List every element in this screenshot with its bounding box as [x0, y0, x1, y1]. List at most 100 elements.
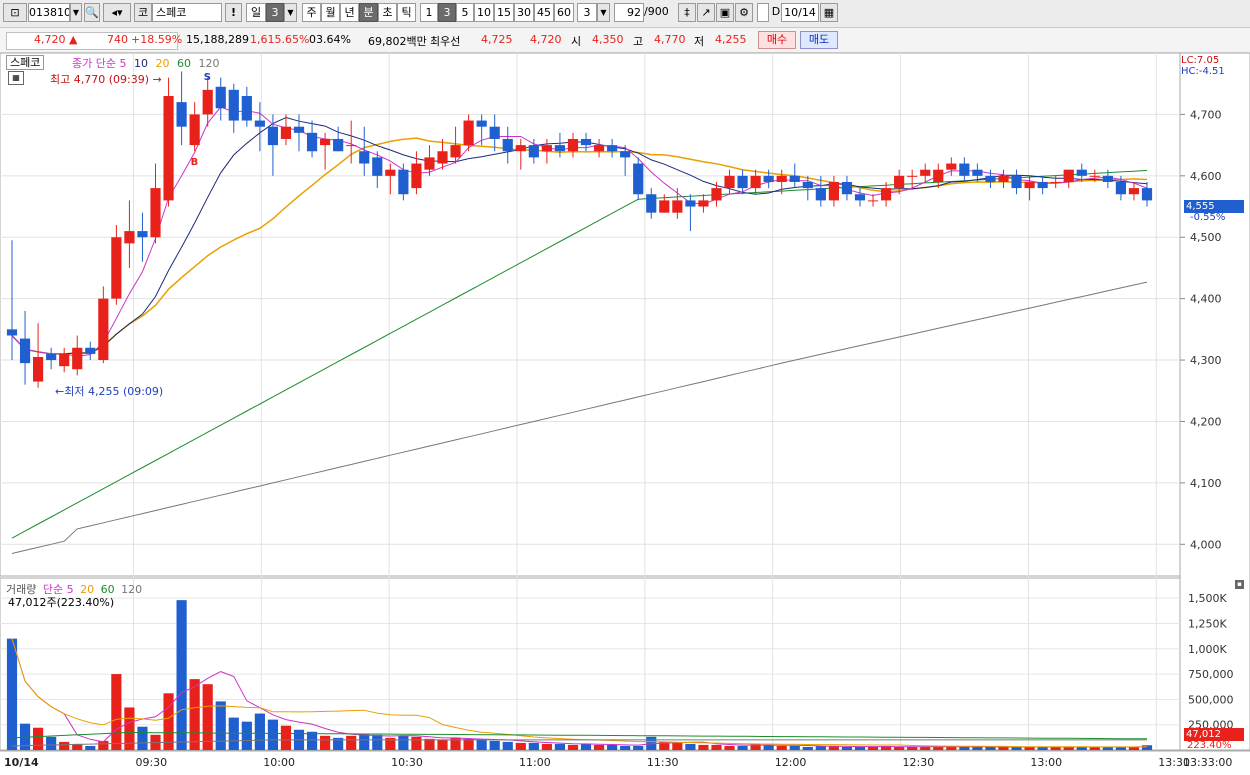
best-ask: 4,725: [481, 33, 513, 46]
volume-tick-label: 750,000: [1188, 668, 1234, 681]
volume-bar: [867, 746, 879, 750]
date-input[interactable]: 10/14: [781, 3, 819, 22]
gear-icon[interactable]: ⚙: [735, 3, 753, 22]
market-badge[interactable]: 코: [134, 3, 152, 22]
price-tick-label: 4,600: [1190, 170, 1222, 183]
period-day-tab[interactable]: 일: [246, 3, 266, 22]
volume-tick-label: 1,000K: [1188, 643, 1227, 656]
interval-3[interactable]: 3: [438, 3, 456, 22]
time-tick-label: 10:00: [263, 756, 295, 769]
candle-body: [150, 188, 161, 238]
hc-label: HC:-4.51: [1181, 66, 1225, 77]
search-icon[interactable]: 🔍: [84, 3, 100, 22]
ma60-legend: 60: [176, 57, 191, 70]
collapse-icon[interactable]: ▪: [1235, 580, 1244, 589]
candle-body: [359, 151, 370, 164]
volume-bar: [554, 743, 566, 750]
candle-body: [815, 188, 826, 201]
candle-body: [711, 188, 722, 201]
interval-45[interactable]: 45: [534, 3, 554, 22]
period-minute-tab[interactable]: 분: [359, 3, 378, 22]
volume-bar: [802, 746, 813, 750]
draw-tool-icon[interactable]: ↗: [697, 3, 715, 22]
interval-30[interactable]: 30: [514, 3, 534, 22]
candlestick-chart[interactable]: 4,000 4,100 4,200 4,300 4,400 4,500 4,600 4,700…: [0, 53, 1250, 775]
period-second-tab[interactable]: 초: [378, 3, 397, 22]
buy-button[interactable]: 매수: [758, 31, 796, 49]
volume-tick-label: 500,000: [1188, 693, 1234, 706]
candle-body: [854, 194, 866, 201]
candle-body: [424, 157, 435, 170]
volume-bar: [841, 746, 853, 750]
right-arrow-icon: →: [152, 73, 162, 86]
candle-body: [724, 175, 735, 189]
volume-bar: [346, 735, 357, 750]
volume-bar: [202, 684, 213, 750]
code-dropdown-icon[interactable]: ▼: [70, 3, 82, 22]
speaker-icon[interactable]: ◂▾: [103, 3, 131, 22]
stock-name-field[interactable]: 스페코: [152, 3, 222, 22]
period-month-tab[interactable]: 월: [321, 3, 340, 22]
period-year-tab[interactable]: 년: [340, 3, 359, 22]
volume-bar: [724, 745, 735, 750]
price-tick-label: 4,300: [1190, 354, 1222, 367]
stock-code-input[interactable]: 013810: [28, 3, 70, 22]
interval-5[interactable]: 5: [456, 3, 474, 22]
interval-select[interactable]: 3: [577, 3, 597, 22]
time-tick-label: 13:00: [1030, 756, 1062, 769]
volume-value-label: 47,012주(223.40%): [8, 596, 115, 609]
volume-bar: [541, 743, 552, 750]
alert-icon[interactable]: !: [225, 3, 242, 22]
volume-bar: [515, 742, 526, 750]
date-label: D: [771, 5, 781, 18]
candle-body: [72, 347, 83, 370]
candle-type-icon[interactable]: ‡: [678, 3, 696, 22]
interval-10[interactable]: 10: [474, 3, 494, 22]
period-dropdown-icon[interactable]: ▼: [284, 3, 297, 22]
candle-body: [306, 132, 318, 152]
period-tick-tab[interactable]: 틱: [397, 3, 416, 22]
interval-dropdown-icon[interactable]: ▼: [597, 3, 610, 22]
candle-body: [1089, 175, 1100, 177]
candle-body: [985, 175, 996, 182]
interval-60[interactable]: 60: [554, 3, 574, 22]
candle-body: [776, 175, 787, 182]
period-week-tab[interactable]: 주: [302, 3, 321, 22]
price-tick-label: 4,700: [1190, 108, 1222, 121]
volume-bar: [411, 736, 422, 750]
date-checkbox[interactable]: [757, 3, 769, 22]
turnover: 03.64%: [309, 33, 351, 46]
volume-bar: [228, 717, 239, 750]
volume-bar: [789, 745, 800, 750]
count-input[interactable]: 92: [614, 3, 644, 22]
candle-body: [411, 163, 422, 189]
table-icon[interactable]: ▦: [8, 71, 24, 85]
window-icon[interactable]: ⊡: [3, 3, 27, 22]
sell-signal-marker: S: [204, 72, 211, 83]
interval-1[interactable]: 1: [420, 3, 438, 22]
period-count[interactable]: 3: [266, 3, 284, 22]
candle-body: [1024, 181, 1035, 189]
low-annotation: ←최저 4,255 (09:09): [55, 383, 163, 399]
candle-body: [111, 237, 122, 299]
volume-bar: [620, 745, 631, 750]
volume-bar: [698, 744, 709, 750]
calendar-icon[interactable]: ▦: [820, 3, 838, 22]
candle-body: [541, 145, 552, 152]
candle-body: [946, 163, 957, 170]
candle-body: [450, 145, 461, 158]
candle-body: [515, 145, 526, 152]
candle-body: [19, 338, 31, 364]
price-tick-label: 4,400: [1190, 293, 1222, 306]
interval-15[interactable]: 15: [494, 3, 514, 22]
candle-body: [841, 181, 853, 195]
sell-button[interactable]: 매도: [800, 31, 838, 49]
volume-bar: [607, 744, 618, 750]
volume-bar: [737, 745, 748, 750]
volume-bar: [137, 726, 148, 750]
chart-stock-label: 스페코: [6, 55, 45, 70]
candle-body: [489, 126, 500, 139]
save-icon[interactable]: ▣: [716, 3, 734, 22]
low-label: 저: [694, 35, 705, 48]
high-label: 고: [633, 35, 644, 48]
